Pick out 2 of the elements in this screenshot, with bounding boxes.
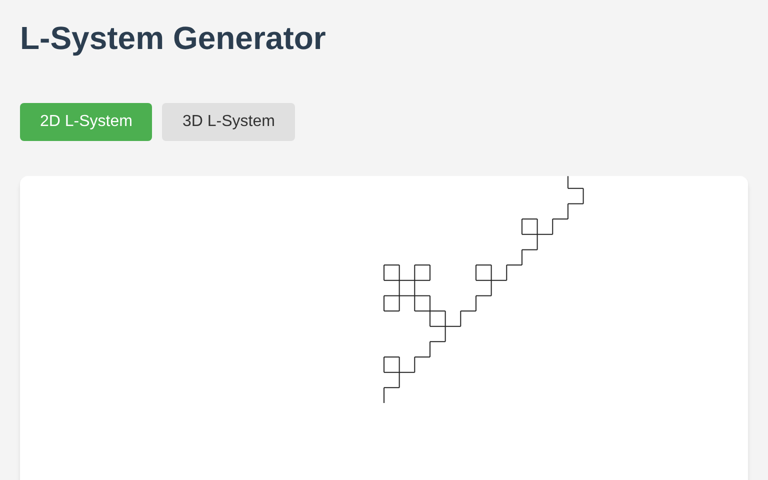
page-title: L-System Generator <box>20 20 326 56</box>
mode-tab[interactable]: 3D L-System <box>162 103 295 141</box>
